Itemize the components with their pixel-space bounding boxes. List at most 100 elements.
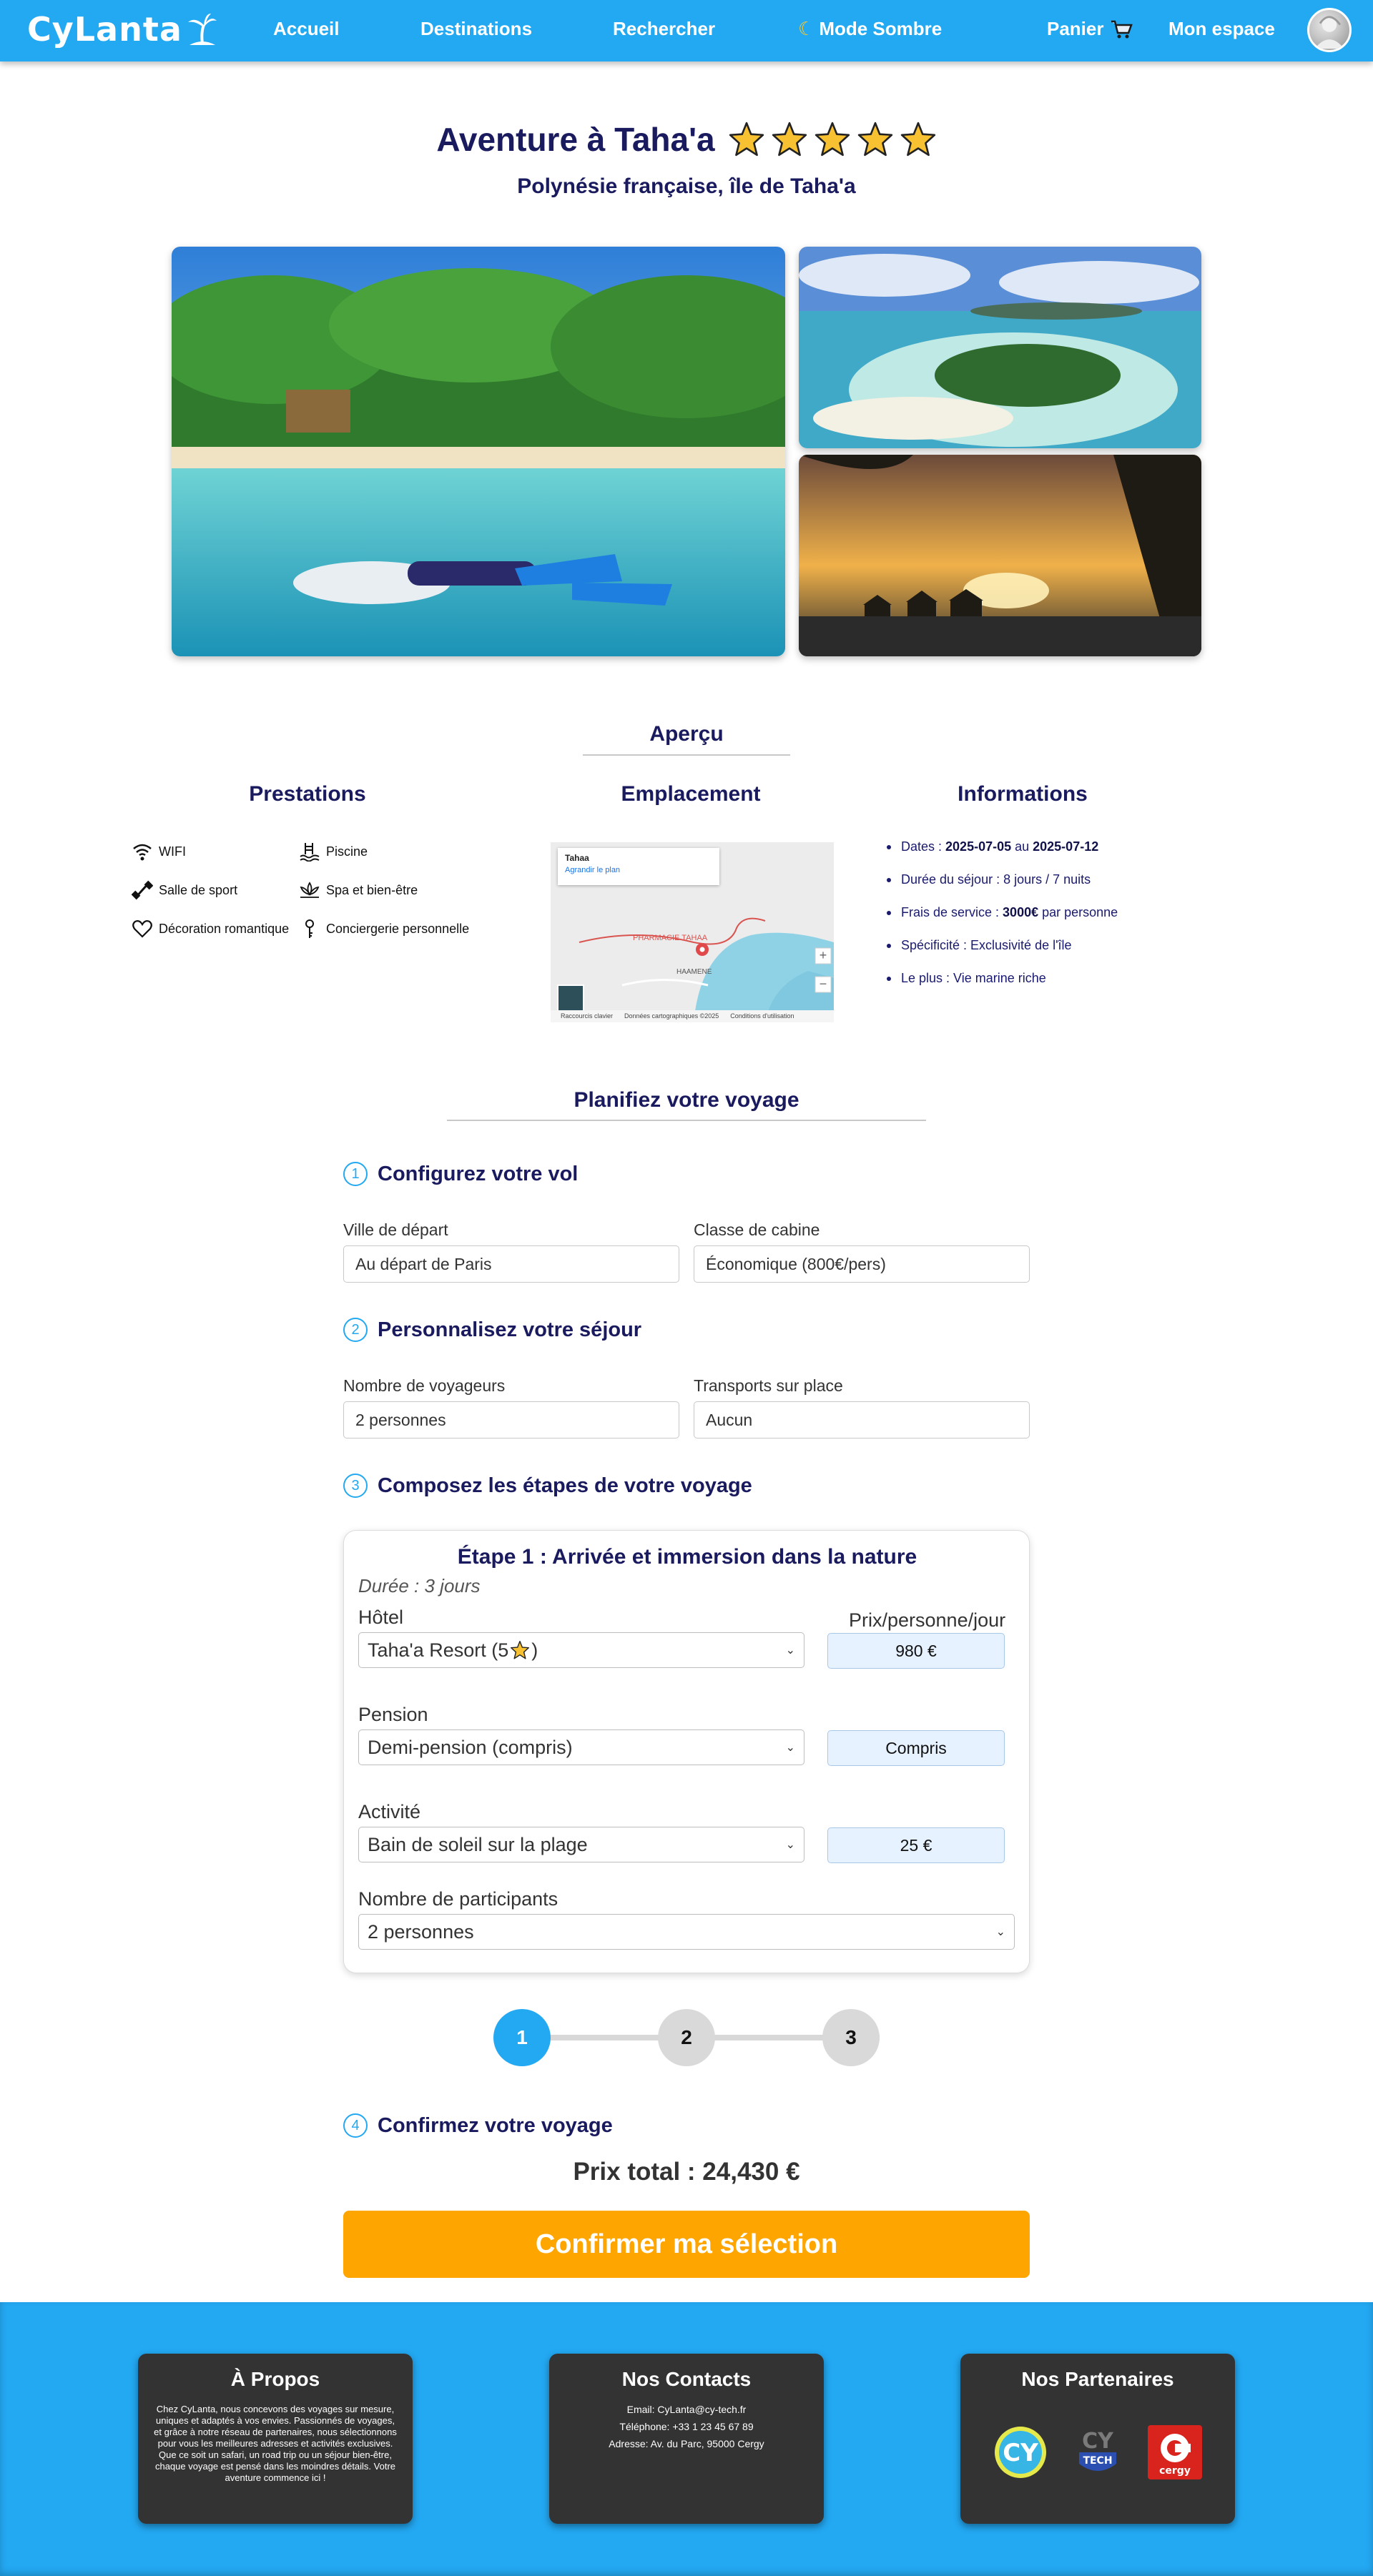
prestations-heading: Prestations: [249, 782, 366, 806]
informations-list: Dates : 2025-07-05 au 2025-07-12 Durée d…: [887, 839, 1118, 1004]
step2-heading: 2 Personnalisez votre séjour: [343, 1318, 641, 1342]
sunset-bungalows-photo[interactable]: [799, 455, 1201, 656]
star-icon: [857, 122, 892, 157]
amenity-label: Décoration romantique: [159, 921, 290, 936]
amenity-label: WIFI: [159, 844, 186, 859]
hotel-name: Taha'a Resort (5: [368, 1639, 509, 1661]
hotel-select[interactable]: Taha'a Resort (5 ) ⌄: [358, 1632, 804, 1668]
about-text: Chez CyLanta, nous concevons des voyages…: [154, 2404, 397, 2483]
map-data: Données cartographiques ©2025: [624, 1012, 719, 1020]
partner-cergy-text: cergy: [1159, 2465, 1191, 2477]
amenity-concierge: Conciergerie personnelle: [299, 919, 469, 939]
amenity-label: Spa et bien-être: [326, 882, 418, 897]
pension-select-value: Demi-pension (compris): [368, 1736, 573, 1758]
footer-about: À Propos Chez CyLanta, nous concevons de…: [138, 2354, 413, 2524]
stepper-step-1[interactable]: 1: [493, 2009, 551, 2066]
svg-text:−: −: [820, 977, 827, 991]
hotel-label: Hôtel: [358, 1607, 404, 1628]
footer: À Propos Chez CyLanta, nous concevons de…: [0, 2302, 1373, 2576]
svg-text:TECH: TECH: [1083, 2455, 1112, 2467]
chevron-down-icon: ⌄: [785, 1839, 795, 1851]
stepper-step-3[interactable]: 3: [822, 2009, 880, 2066]
nav-home[interactable]: Accueil: [273, 18, 340, 40]
amenity-label: Piscine: [326, 844, 368, 859]
transport-label: Transports sur place: [694, 1376, 843, 1395]
travelers-field[interactable]: 2 personnes: [343, 1401, 679, 1438]
contact-email[interactable]: Email: CyLanta@cy-tech.fr: [549, 2404, 824, 2415]
moon-icon: ☾: [798, 18, 815, 39]
contact-phone[interactable]: Téléphone: +33 1 23 45 67 89: [549, 2421, 824, 2432]
nav-destinations[interactable]: Destinations: [420, 18, 532, 40]
info-fees-suffix: par personne: [1038, 905, 1118, 919]
contacts-title: Nos Contacts: [621, 2368, 752, 2390]
step1-number: 1: [343, 1162, 368, 1186]
amenity-romantic: Décoration romantique: [132, 919, 289, 939]
transport-field[interactable]: Aucun: [694, 1401, 1030, 1438]
map-enlarge-link[interactable]: Agrandir le plan: [565, 866, 712, 874]
step4-number: 4: [343, 2113, 368, 2138]
nav-search[interactable]: Rechercher: [613, 18, 715, 40]
nav-cart[interactable]: Panier: [1047, 18, 1133, 40]
star-icon: [815, 122, 850, 157]
rating-stars: [728, 121, 937, 158]
info-date-end: 2025-07-12: [1033, 839, 1099, 854]
dark-mode-toggle[interactable]: ☾ Mode Sombre: [798, 18, 942, 40]
participants-label: Nombre de participants: [358, 1888, 558, 1910]
cabin-label: Classe de cabine: [694, 1220, 820, 1239]
step3-title: Composez les étapes de votre voyage: [378, 1474, 752, 1497]
svg-text:CY: CY: [1082, 2429, 1114, 2454]
partner-logo-cy[interactable]: CY: [992, 2424, 1049, 2481]
step2-number: 2: [343, 1318, 368, 1342]
departure-field[interactable]: Au départ de Paris: [343, 1245, 679, 1283]
nav-account[interactable]: Mon espace: [1168, 18, 1275, 40]
activity-select-value: Bain de soleil sur la plage: [368, 1833, 588, 1855]
avatar-image: [1314, 16, 1344, 49]
info-specificity: Spécificité : Exclusivité de l'île: [887, 938, 1118, 953]
snorkeling-image: [172, 247, 785, 656]
info-fees-value: 3000€: [1003, 905, 1039, 919]
palm-tree-icon: [187, 14, 217, 45]
activity-select[interactable]: Bain de soleil sur la plage ⌄: [358, 1827, 804, 1862]
overview-heading: Aperçu: [649, 722, 724, 746]
map-place-name: Tahaa: [565, 853, 589, 863]
hotel-name-suffix: ): [531, 1639, 538, 1661]
step1-title: Configurez votre vol: [378, 1162, 579, 1185]
hero-header: Aventure à Taha'a: [0, 120, 1373, 159]
map-pharmacy-label: PHARMACIE TAHAA: [633, 934, 708, 942]
stepper-step-2[interactable]: 2: [658, 2009, 715, 2066]
amenity-label: Conciergerie personnelle: [326, 921, 470, 936]
dumbbell-icon: [132, 880, 153, 900]
confirm-button[interactable]: Confirmer ma sélection: [343, 2211, 1030, 2278]
step2-title: Personnalisez votre séjour: [378, 1318, 642, 1341]
map-terms[interactable]: Conditions d'utilisation: [730, 1012, 794, 1020]
chevron-down-icon: ⌄: [785, 1644, 795, 1657]
avatar[interactable]: [1307, 8, 1352, 52]
amenity-spa: Spa et bien-être: [299, 880, 418, 900]
svg-text:+: +: [820, 948, 827, 962]
brand-logo[interactable]: CyLanta: [27, 10, 218, 49]
key-icon: [305, 919, 314, 938]
location-map[interactable]: + − Tahaa Agrandir le plan PHARMACIE TAH…: [551, 842, 834, 1022]
main-photo-snorkeling[interactable]: [172, 247, 785, 656]
map-shortcuts[interactable]: Raccourcis clavier: [561, 1012, 613, 1020]
participants-select-value: 2 personnes: [368, 1920, 474, 1943]
partner-logo-cergy[interactable]: cergy: [1146, 2424, 1204, 2481]
stage-duration: Durée : 3 jours: [358, 1575, 481, 1597]
step1-heading: 1 Configurez votre vol: [343, 1162, 578, 1186]
plan-divider: [447, 1120, 926, 1121]
amenity-label: Salle de sport: [159, 882, 238, 897]
pension-select[interactable]: Demi-pension (compris) ⌄: [358, 1729, 804, 1765]
page-subtitle: Polynésie française, île de Taha'a: [517, 174, 856, 198]
aerial-island-photo[interactable]: [799, 247, 1201, 448]
contact-address: Adresse: Av. du Parc, 95000 Cergy: [609, 2438, 764, 2449]
partner-logos: CY CY TECH cergy: [960, 2424, 1235, 2481]
partner-logo-cytech[interactable]: CY TECH: [1069, 2424, 1126, 2481]
step4-title: Confirmez votre voyage: [378, 2113, 613, 2137]
cabin-field[interactable]: Économique (800€/pers): [694, 1245, 1030, 1283]
partners-title: Nos Partenaires: [1021, 2368, 1174, 2390]
participants-select[interactable]: 2 personnes ⌄: [358, 1914, 1015, 1950]
sunset-image: [799, 455, 1201, 656]
map-area-label: HAAMENE: [676, 968, 712, 976]
footer-contacts: Nos Contacts Email: CyLanta@cy-tech.fr T…: [549, 2354, 824, 2524]
amenity-gym: Salle de sport: [132, 880, 237, 900]
